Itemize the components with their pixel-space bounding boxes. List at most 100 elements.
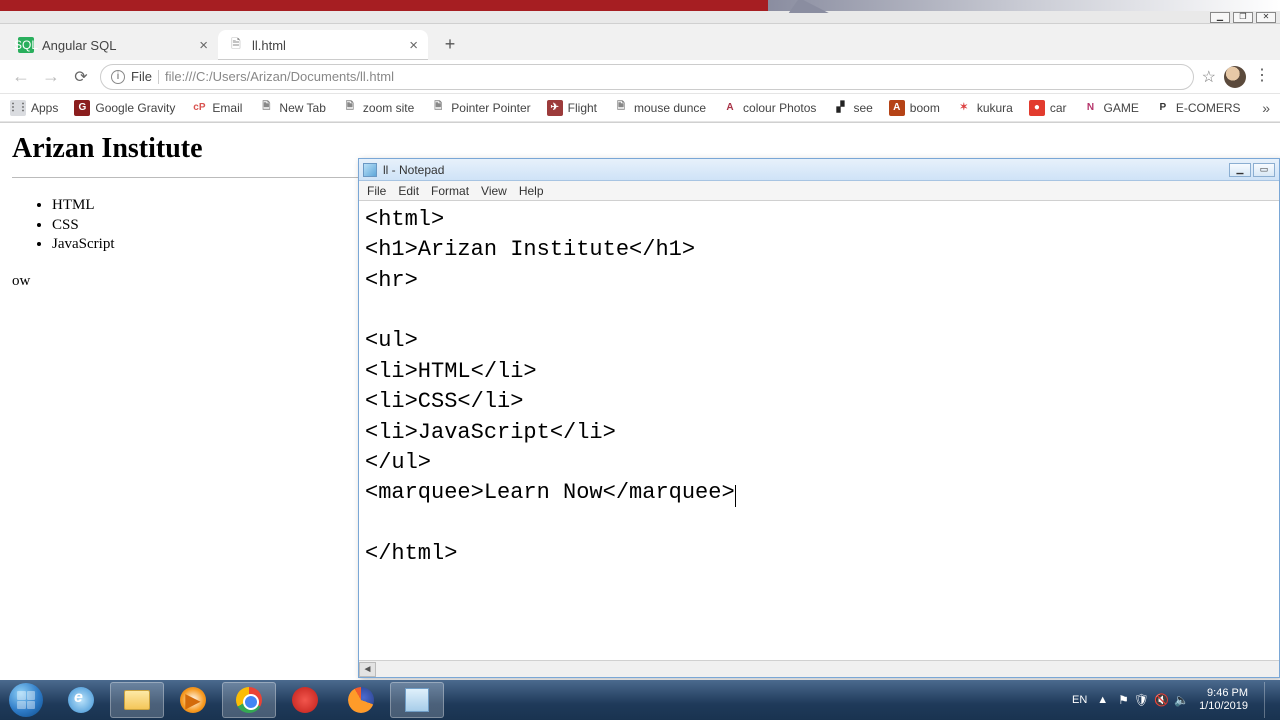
bookmark-item[interactable]: ⋮⋮Apps (10, 100, 58, 116)
scroll-left-arrow-icon[interactable]: ◄ (359, 662, 376, 677)
bookmark-item[interactable]: 🗎zoom site (342, 100, 414, 116)
bookmark-favicon: cP (191, 100, 207, 116)
bookmark-item[interactable]: cP Email (191, 100, 242, 116)
notepad-menu-item[interactable]: Edit (398, 184, 419, 198)
bookmark-label: kukura (977, 101, 1013, 115)
bookmark-item[interactable]: 🗎mouse dunce (613, 100, 706, 116)
tray-icons: ⚑ 🛡 🔇 🔈 (1118, 693, 1189, 707)
new-tab-button[interactable]: + (436, 30, 464, 58)
tray-expand-icon[interactable]: ▲ (1097, 694, 1108, 706)
code-line: <h1>Arizan Institute</h1> (365, 235, 1273, 265)
bookmark-item[interactable]: PE-COMERS (1155, 100, 1241, 116)
taskbar-item-opera[interactable] (278, 682, 332, 718)
notepad-menu-item[interactable]: Help (519, 184, 544, 198)
bookmark-favicon: G (74, 100, 90, 116)
minimize-button[interactable]: ▁ (1210, 12, 1230, 23)
notepad-maximize-button[interactable]: ▭ (1253, 163, 1275, 177)
site-info-icon[interactable]: i (111, 70, 125, 84)
tray-icon[interactable]: 🔈 (1174, 693, 1189, 707)
bookmark-item[interactable]: ✈Flight (547, 100, 597, 116)
bookmark-label: boom (910, 101, 940, 115)
profile-avatar[interactable] (1224, 66, 1246, 88)
bookmark-item[interactable]: ●car (1029, 100, 1067, 116)
notepad-window[interactable]: ll - Notepad ▁ ▭ FileEditFormatViewHelp … (358, 158, 1280, 678)
code-line (365, 296, 1273, 326)
tab-favicon: SQL (18, 37, 34, 53)
reload-button[interactable]: ⟳ (70, 67, 92, 87)
code-line: <li>HTML</li> (365, 357, 1273, 387)
tab-angular-sql[interactable]: SQL Angular SQL × (8, 30, 218, 60)
bookmark-favicon: N (1083, 100, 1099, 116)
chrome-window-controls: ▁ ❐ ✕ (0, 11, 1280, 24)
notepad-titlebar[interactable]: ll - Notepad ▁ ▭ (359, 159, 1279, 181)
close-icon[interactable]: × (409, 37, 418, 54)
tray-icon[interactable]: ⚑ (1118, 693, 1129, 707)
bookmark-favicon: ● (1029, 100, 1045, 116)
close-icon[interactable]: × (199, 37, 208, 54)
bookmark-label: Email (212, 101, 242, 115)
chrome-menu-icon[interactable]: ⋮ (1254, 73, 1270, 79)
maximize-button[interactable]: ❐ (1233, 12, 1253, 23)
notepad-menu-item[interactable]: File (367, 184, 386, 198)
internet-explorer-icon (68, 687, 94, 713)
notepad-text-area[interactable]: <html><h1>Arizan Institute</h1><hr> <ul>… (359, 201, 1279, 660)
bookmark-item[interactable]: Acolour Photos (722, 100, 816, 116)
bookmark-favicon: ✶ (956, 100, 972, 116)
clock-date: 1/10/2019 (1199, 700, 1248, 713)
code-line: <ul> (365, 326, 1273, 356)
tab-strip: SQL Angular SQL × 🗎 ll.html × + (0, 24, 1280, 60)
bookmark-label: mouse dunce (634, 101, 706, 115)
tray-icon[interactable]: 🛡 (1134, 693, 1149, 707)
forward-button[interactable]: → (40, 66, 62, 87)
bookmark-item[interactable]: Aboom (889, 100, 940, 116)
notepad-icon (363, 163, 377, 177)
notepad-minimize-button[interactable]: ▁ (1229, 163, 1251, 177)
tray-icon[interactable]: 🔇 (1154, 693, 1169, 707)
notepad-title-text: ll - Notepad (383, 163, 444, 177)
notepad-menu-item[interactable]: Format (431, 184, 469, 198)
start-button[interactable] (0, 680, 52, 720)
show-desktop-button[interactable] (1264, 682, 1274, 718)
bookmark-label: colour Photos (743, 101, 816, 115)
bookmark-item[interactable]: ✶ kukura (956, 100, 1013, 116)
address-bar[interactable]: i File file:///C:/Users/Arizan/Documents… (100, 64, 1194, 90)
bookmark-star-icon[interactable]: ☆ (1202, 67, 1216, 87)
notepad-taskbar-icon (403, 686, 431, 714)
folder-icon (123, 686, 151, 714)
taskbar-item-media-player[interactable]: ▶ (166, 682, 220, 718)
url-scheme: File (131, 69, 152, 84)
language-indicator[interactable]: EN (1072, 694, 1087, 706)
bookmark-item[interactable]: 🗎New Tab (258, 100, 325, 116)
close-button[interactable]: ✕ (1256, 12, 1276, 23)
tab-title: ll.html (252, 38, 286, 53)
bookmark-favicon: A (722, 100, 738, 116)
bookmark-item[interactable]: GGoogle Gravity (74, 100, 175, 116)
bookmark-label: Apps (31, 101, 58, 115)
code-line: </html> (365, 539, 1273, 569)
notepad-menu-item[interactable]: View (481, 184, 507, 198)
bookmark-item[interactable]: 🗎Pointer Pointer (430, 100, 530, 116)
taskbar-item-notepad[interactable] (390, 682, 444, 718)
notepad-horizontal-scrollbar[interactable]: ◄ (359, 660, 1279, 677)
back-button[interactable]: ← (10, 66, 32, 87)
bookmark-favicon: 🗎 (342, 100, 358, 116)
code-line: </ul> (365, 448, 1273, 478)
bookmark-label: New Tab (279, 101, 325, 115)
code-line (365, 509, 1273, 539)
taskbar-clock[interactable]: 9:46 PM 1/10/2019 (1199, 687, 1248, 712)
url-separator (158, 70, 159, 84)
bookmark-item[interactable]: ▞see (832, 100, 872, 116)
tab-ll-html[interactable]: 🗎 ll.html × (218, 30, 428, 60)
bookmark-item[interactable]: NGAME (1083, 100, 1139, 116)
taskbar-item-chrome[interactable] (222, 682, 276, 718)
chrome-toolbar: SQL Angular SQL × 🗎 ll.html × + ← → ⟳ i … (0, 24, 1280, 123)
media-player-icon: ▶ (180, 687, 206, 713)
code-line: <hr> (365, 266, 1273, 296)
tab-title: Angular SQL (42, 38, 116, 53)
taskbar-item-ie[interactable] (54, 682, 108, 718)
taskbar-item-firefox[interactable] (334, 682, 388, 718)
bookmarks-overflow-icon[interactable]: » (1262, 100, 1270, 116)
taskbar-item-explorer[interactable] (110, 682, 164, 718)
bookmarks-bar: ⋮⋮AppsGGoogle GravitycPEmail🗎New Tab🗎zoo… (0, 94, 1280, 122)
clock-time: 9:46 PM (1199, 687, 1248, 700)
